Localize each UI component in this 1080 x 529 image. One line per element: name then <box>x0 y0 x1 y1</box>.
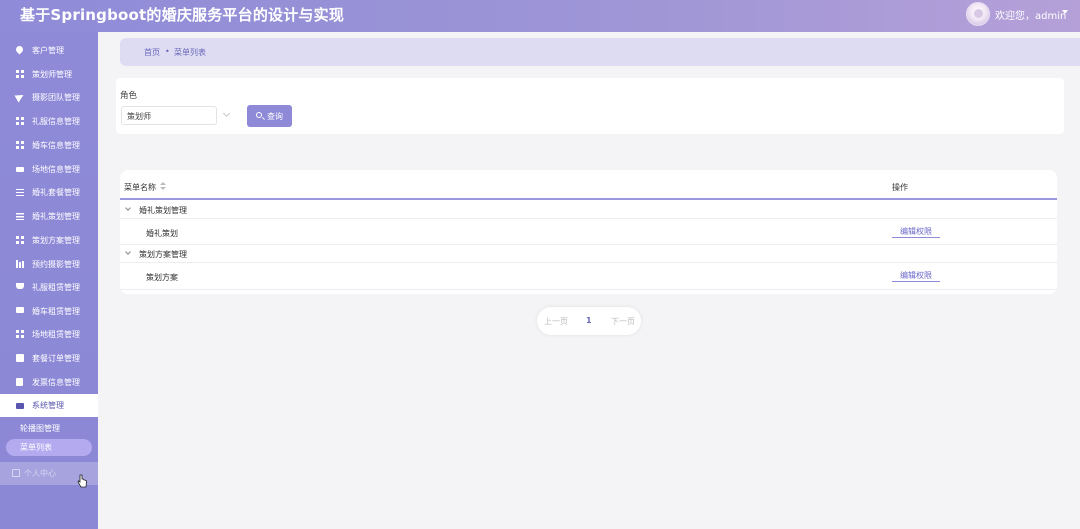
sidebar-item-cars[interactable]: 婚车信息管理 <box>0 134 98 157</box>
page-number[interactable]: 1 <box>586 316 592 325</box>
sidebar-item-label: 婚车租赁管理 <box>32 307 80 316</box>
top-header: 基于Springboot的婚庆服务平台的设计与实现 欢迎您，admin <box>0 0 1080 32</box>
sidebar-item-system[interactable]: 系统管理 <box>0 394 98 417</box>
sidebar-item-photo-teams[interactable]: 摄影团队管理 <box>0 86 98 109</box>
sidebar-item-planners[interactable]: 策划师管理 <box>0 63 98 86</box>
sidebar-item-label: 礼服信息管理 <box>32 117 80 126</box>
menu-name-cell: 策划方案管理 <box>139 250 187 259</box>
table-row: 策划方案 编辑权限 <box>120 263 1057 290</box>
sidebar-item-customers[interactable]: 客户管理 <box>0 39 98 62</box>
query-button[interactable]: 查询 <box>247 105 292 127</box>
sidebar-subitem-label: 轮播图管理 <box>20 424 60 433</box>
sort-icon[interactable] <box>160 182 166 191</box>
sidebar-item-plan-schemes[interactable]: 策划方案管理 <box>0 229 98 252</box>
sliders-icon <box>16 188 24 196</box>
table-row: 策划方案管理 <box>120 245 1057 263</box>
sidebar-item-label: 婚车信息管理 <box>32 141 80 150</box>
send-icon <box>14 91 26 103</box>
shop-icon <box>16 403 24 409</box>
breadcrumb-separator: • <box>165 47 170 56</box>
chevron-down-icon[interactable] <box>1062 10 1068 14</box>
sidebar-item-label: 策划方案管理 <box>32 236 80 245</box>
grid-icon <box>16 117 24 125</box>
column-header-menu-name[interactable]: 菜单名称 <box>124 182 156 193</box>
chevron-down-icon[interactable] <box>222 109 231 118</box>
sidebar-item-wedding-planning[interactable]: 婚礼策划管理 <box>0 205 98 228</box>
clipboard-icon <box>16 378 23 386</box>
sidebar-item-car-rental[interactable]: 婚车租赁管理 <box>0 300 98 323</box>
list-icon <box>16 212 24 220</box>
menu-name-cell: 婚礼策划管理 <box>139 206 187 215</box>
sidebar-item-label: 系统管理 <box>32 401 64 410</box>
table-row: 婚礼策划管理 <box>120 201 1057 219</box>
sidebar-item-package-orders[interactable]: 套餐订单管理 <box>0 347 98 370</box>
trophy-icon <box>16 283 24 289</box>
breadcrumb-current: 菜单列表 <box>174 48 206 57</box>
menu-table: 菜单名称 操作 婚礼策划管理 婚礼策划 编辑权限 策划方案管理 策划方案 编辑权… <box>120 170 1057 294</box>
query-button-label: 查询 <box>267 112 283 121</box>
sidebar-item-label: 预约摄影管理 <box>32 260 80 269</box>
sidebar-item-label: 策划师管理 <box>32 70 72 79</box>
sidebar: 客户管理 策划师管理 摄影团队管理 礼服信息管理 婚车信息管理 场地信息管理 婚… <box>0 32 98 529</box>
table-row: 婚礼策划 编辑权限 <box>120 219 1057 245</box>
search-panel: 角色 策划师 查询 <box>116 78 1064 134</box>
edit-permission-button[interactable]: 编辑权限 <box>892 224 940 238</box>
sidebar-item-venues[interactable]: 场地信息管理 <box>0 158 98 181</box>
sidebar-item-label: 婚礼策划管理 <box>32 212 80 221</box>
sidebar-item-label: 摄影团队管理 <box>32 93 80 102</box>
role-label: 角色 <box>120 91 138 101</box>
sidebar-subitem-carousel[interactable]: 轮播图管理 <box>0 418 98 438</box>
sidebar-subitem-label: 菜单列表 <box>20 443 52 452</box>
sidebar-item-label: 婚礼套餐管理 <box>32 188 80 197</box>
sidebar-item-venue-rental[interactable]: 场地租赁管理 <box>0 323 98 346</box>
sidebar-item-label: 场地信息管理 <box>32 165 80 174</box>
table-header: 菜单名称 操作 <box>120 170 1057 200</box>
avatar[interactable] <box>966 2 990 26</box>
hand-cursor-icon <box>77 474 87 488</box>
edit-permission-button[interactable]: 编辑权限 <box>892 268 940 282</box>
edit-permission-label: 编辑权限 <box>900 227 932 236</box>
sidebar-item-label: 个人中心 <box>24 469 56 478</box>
edit-permission-label: 编辑权限 <box>900 271 932 280</box>
role-select[interactable]: 策划师 <box>121 106 217 125</box>
menu-name-cell: 婚礼策划 <box>146 229 178 238</box>
pin-icon <box>14 44 25 55</box>
chevron-down-icon[interactable] <box>125 205 131 211</box>
user-icon <box>12 469 20 477</box>
sidebar-item-label: 套餐订单管理 <box>32 354 80 363</box>
pagination: 上一页 1 下一页 <box>537 307 641 335</box>
sidebar-item-label: 客户管理 <box>32 46 64 55</box>
menu-name-cell: 策划方案 <box>146 273 178 282</box>
app-title: 基于Springboot的婚庆服务平台的设计与实现 <box>20 6 345 24</box>
sidebar-item-dress-rental[interactable]: 礼服租赁管理 <box>0 276 98 299</box>
role-select-value: 策划师 <box>127 112 151 121</box>
sidebar-item-photo-booking[interactable]: 预约摄影管理 <box>0 253 98 276</box>
sidebar-item-invoices[interactable]: 发票信息管理 <box>0 371 98 394</box>
box-icon <box>16 354 24 362</box>
bar-chart-icon <box>16 260 24 268</box>
sidebar-item-label: 场地租赁管理 <box>32 330 80 339</box>
grid-icon <box>16 141 24 149</box>
sidebar-item-label: 礼服租赁管理 <box>32 283 80 292</box>
column-header-action: 操作 <box>892 183 908 192</box>
breadcrumb: 首页 • 菜单列表 <box>120 38 1080 66</box>
chat-icon <box>16 307 24 313</box>
search-icon <box>256 112 262 118</box>
chevron-down-icon[interactable] <box>125 249 131 255</box>
sidebar-item-packages[interactable]: 婚礼套餐管理 <box>0 181 98 204</box>
grid-icon <box>16 236 24 244</box>
sidebar-item-dresses[interactable]: 礼服信息管理 <box>0 110 98 133</box>
sidebar-item-label: 发票信息管理 <box>32 378 80 387</box>
breadcrumb-home[interactable]: 首页 <box>144 47 160 58</box>
sidebar-subitem-menu-list[interactable]: 菜单列表 <box>6 439 92 456</box>
next-page-button[interactable]: 下一页 <box>611 316 635 327</box>
welcome-text[interactable]: 欢迎您，admin <box>995 7 1066 22</box>
ticket-icon <box>16 167 24 172</box>
grid-icon <box>16 330 24 338</box>
grid-icon <box>16 70 24 78</box>
prev-page-button[interactable]: 上一页 <box>544 316 568 327</box>
